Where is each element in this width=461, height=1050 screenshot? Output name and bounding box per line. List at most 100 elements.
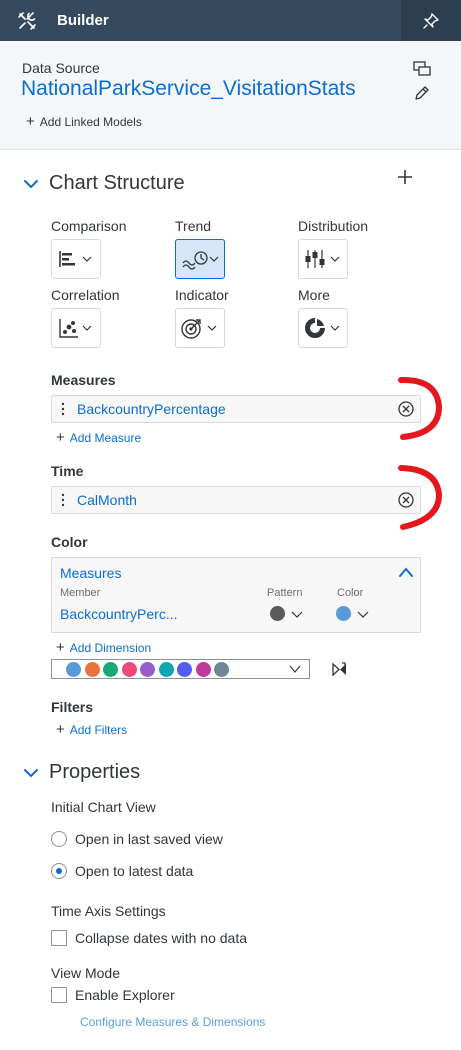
more-button[interactable] [298,308,348,348]
palette-swatch [66,661,81,677]
radio-open-latest-data[interactable]: Open to latest data [51,863,193,879]
time-token-label: CalMonth [77,492,137,508]
edit-icon[interactable] [413,84,431,102]
chart-structure-title: Chart Structure [49,172,185,194]
distribution-button[interactable] [298,239,348,279]
plus-icon: + [56,429,65,446]
chart-type-label: More [298,287,330,303]
chart-type-correlation: Correlation [51,287,171,348]
radio-label: Open to latest data [75,863,194,879]
builder-header: Builder [0,0,461,41]
drag-handle-icon[interactable] [61,402,65,416]
distribution-icon [305,250,340,268]
palette-swatch [140,661,155,677]
chart-structure-toggle[interactable]: Chart Structure [22,172,185,195]
chevron-down-icon [289,665,301,673]
add-dimension-link[interactable]: + Add Dimension [56,640,151,655]
linked-models-icon[interactable] [413,61,431,77]
add-measure-link[interactable]: + Add Measure [56,430,141,445]
pattern-picker[interactable] [270,606,304,621]
measure-token[interactable]: BackcountryPercentage [51,395,421,423]
measure-token-label: BackcountryPercentage [77,401,226,417]
pattern-column-header: Pattern [267,587,303,599]
header-title: Builder [57,12,109,29]
collapse-dates-checkbox-row[interactable]: Collapse dates with no data [51,930,247,946]
add-filters-label: Add Filters [69,722,128,737]
chevron-down-icon [24,179,38,188]
target-icon [181,319,217,339]
pin-button[interactable] [401,0,461,41]
indicator-button[interactable] [175,308,225,348]
plus-icon: + [26,113,35,130]
correlation-button[interactable] [51,308,101,348]
color-panel-title[interactable]: Measures [60,565,121,581]
checkbox-label: Collapse dates with no data [75,930,247,946]
data-source-panel: Data Source NationalParkService_Visitati… [0,41,461,150]
chart-type-comparison: Comparison [51,218,171,279]
add-dimension-label: Add Dimension [69,640,152,655]
pattern-swatch [270,606,285,621]
color-palette-select[interactable] [51,659,310,679]
drag-handle-icon[interactable] [61,493,65,507]
color-panel: Measures Member Pattern Color Backcountr… [51,557,421,633]
add-icon[interactable] [396,168,414,186]
plus-icon: + [56,721,65,738]
donut-icon [305,317,340,338]
member-column-header: Member [60,587,101,599]
data-source-name[interactable]: NationalParkService_VisitationStats [21,77,356,101]
palette-swatch [158,661,174,677]
filters-label: Filters [51,699,94,715]
checkbox[interactable] [51,987,67,1003]
chart-type-distribution: Distribution [298,218,418,279]
swap-colors-icon[interactable] [331,661,348,678]
palette-swatch [195,661,211,677]
color-column-header: Color [337,587,364,599]
pin-icon [423,12,439,29]
add-filters-link[interactable]: + Add Filters [56,722,127,737]
checkbox-label: Enable Explorer [75,987,175,1003]
chevron-down-icon [24,768,38,777]
chart-type-label: Trend [175,218,212,234]
time-label: Time [51,463,84,479]
chart-type-label: Distribution [298,218,369,234]
palette-swatch [121,661,137,677]
properties-toggle[interactable]: Properties [22,761,140,784]
tools-icon[interactable] [17,11,37,31]
plus-icon: + [56,639,65,656]
color-picker[interactable] [336,606,370,621]
trend-button[interactable] [175,239,225,279]
configure-measures-link[interactable]: Configure Measures & Dimensions [80,1015,265,1029]
annotation-mark [398,465,443,530]
checkbox[interactable] [51,930,67,946]
data-source-actions [413,61,433,107]
radio-open-saved-view[interactable]: Open in last saved view [51,831,223,847]
measures-label: Measures [51,372,116,388]
chart-type-more: More [298,287,418,348]
chart-type-label: Indicator [175,287,229,303]
color-member-value: BackcountryPerc... [60,606,178,622]
time-token[interactable]: CalMonth [51,486,421,514]
trend-icon [182,251,219,270]
add-linked-models-link[interactable]: + Add Linked Models [26,114,142,129]
chart-type-trend: Trend [175,218,295,279]
chevron-up-icon[interactable] [398,565,414,579]
radio-button[interactable] [51,831,67,847]
annotation-mark [398,376,443,440]
time-axis-settings-label: Time Axis Settings [51,903,166,919]
palette-swatch [84,661,100,677]
add-linked-models-label: Add Linked Models [39,114,142,129]
bar-chart-icon [59,251,92,267]
enable-explorer-checkbox-row[interactable]: Enable Explorer [51,987,175,1003]
chevron-down-icon [291,611,303,618]
initial-chart-view-label: Initial Chart View [51,799,156,815]
radio-button[interactable] [51,863,67,879]
palette-swatch [177,661,192,677]
comparison-button[interactable] [51,239,101,279]
view-mode-label: View Mode [51,965,121,981]
chart-type-label: Correlation [51,287,120,303]
radio-label: Open in last saved view [75,831,223,847]
color-label: Color [51,534,88,550]
chart-type-label: Comparison [51,218,127,234]
add-measure-label: Add Measure [69,430,142,445]
chart-type-indicator: Indicator [175,287,295,348]
